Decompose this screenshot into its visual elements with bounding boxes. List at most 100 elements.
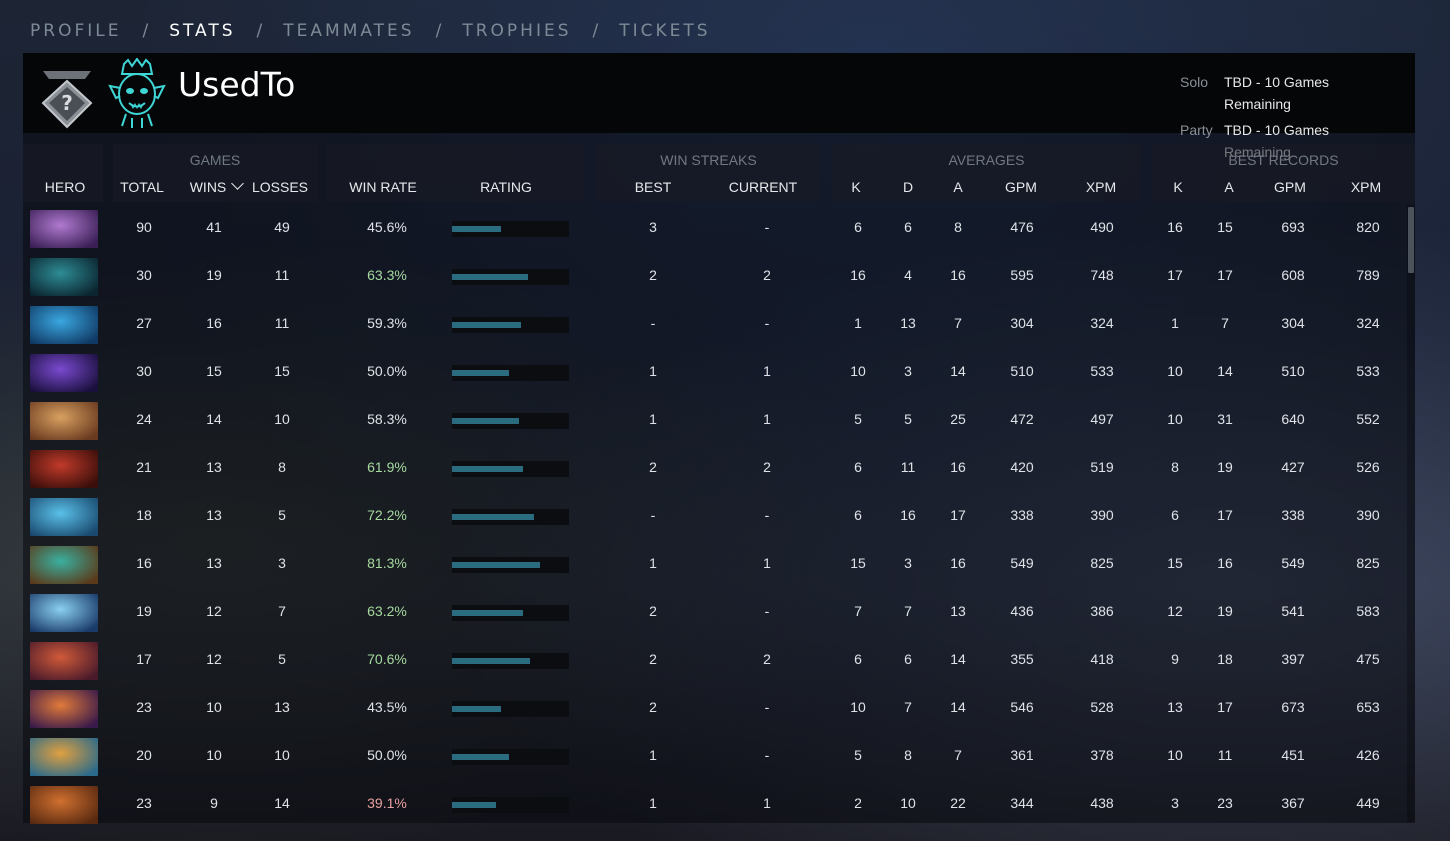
table-row[interactable]: 16 13 3 81.3% 1 1 15 3 16 549 825 15 16 549 825 bbox=[23, 541, 1407, 589]
table-row[interactable]: 30 15 15 50.0% 1 1 10 3 14 510 533 10 14 510 533 bbox=[23, 349, 1407, 397]
table-row[interactable]: 23 10 13 43.5% 2 - 10 7 14 546 528 13 17 673 653 bbox=[23, 685, 1407, 733]
rating-bar-fill bbox=[452, 418, 519, 424]
col-avg-kills[interactable]: K bbox=[841, 179, 871, 195]
hero-portrait[interactable] bbox=[30, 306, 98, 344]
hero-portrait[interactable] bbox=[30, 210, 98, 248]
col-wins[interactable]: WINS bbox=[181, 177, 251, 195]
tab-teammates[interactable]: TEAMMATES bbox=[283, 21, 414, 41]
col-avg-deaths[interactable]: D bbox=[893, 179, 923, 195]
col-streak-best[interactable]: BEST bbox=[613, 179, 693, 195]
avg-assists-cell: 8 bbox=[954, 219, 962, 235]
table-row[interactable]: 24 14 10 58.3% 1 1 5 5 25 472 497 10 31 640 552 bbox=[23, 397, 1407, 445]
group-averages: AVERAGES bbox=[948, 152, 1025, 168]
wins-cell: 9 bbox=[210, 795, 218, 811]
best-assists-cell: 19 bbox=[1217, 603, 1233, 619]
win-rate-cell: 81.3% bbox=[367, 555, 407, 571]
avg-assists-cell: 7 bbox=[954, 747, 962, 763]
avg-xpm-cell: 497 bbox=[1090, 411, 1114, 427]
best-assists-cell: 19 bbox=[1217, 459, 1233, 475]
avg-kills-cell: 15 bbox=[850, 555, 866, 571]
col-streak-current[interactable]: CURRENT bbox=[713, 179, 813, 195]
uncalibrated-rank-icon[interactable]: ? bbox=[40, 69, 94, 129]
tab-tickets[interactable]: TICKETS bbox=[619, 21, 710, 41]
hero-portrait[interactable] bbox=[30, 642, 98, 680]
col-rating[interactable]: RATING bbox=[456, 179, 556, 195]
table-row[interactable]: 90 41 49 45.6% 3 - 6 6 8 476 490 16 15 693 820 bbox=[23, 205, 1407, 253]
best-gpm-cell: 549 bbox=[1281, 555, 1305, 571]
hero-portrait[interactable] bbox=[30, 786, 98, 824]
avg-deaths-cell: 5 bbox=[904, 411, 912, 427]
col-avg-gpm[interactable]: GPM bbox=[996, 179, 1046, 195]
col-losses[interactable]: LOSSES bbox=[251, 179, 309, 195]
col-total[interactable]: TOTAL bbox=[113, 179, 171, 195]
col-avg-assists[interactable]: A bbox=[943, 179, 973, 195]
total-cell: 27 bbox=[136, 315, 152, 331]
best-xpm-cell: 449 bbox=[1356, 795, 1380, 811]
col-avg-xpm[interactable]: XPM bbox=[1076, 179, 1126, 195]
avg-kills-cell: 2 bbox=[854, 795, 862, 811]
table-row[interactable]: 20 10 10 50.0% 1 - 5 8 7 361 378 10 11 451 426 bbox=[23, 733, 1407, 781]
avg-deaths-cell: 4 bbox=[904, 267, 912, 283]
avg-xpm-cell: 528 bbox=[1090, 699, 1114, 715]
losses-cell: 11 bbox=[274, 315, 290, 331]
avg-gpm-cell: 420 bbox=[1010, 459, 1034, 475]
rating-bar-fill bbox=[452, 562, 540, 568]
total-cell: 23 bbox=[136, 699, 152, 715]
tab-profile[interactable]: PROFILE bbox=[30, 21, 121, 41]
avg-kills-cell: 1 bbox=[854, 315, 862, 331]
hero-portrait[interactable] bbox=[30, 258, 98, 296]
streak-current-cell: 1 bbox=[763, 795, 771, 811]
hero-portrait[interactable] bbox=[30, 738, 98, 776]
avg-assists-cell: 14 bbox=[950, 651, 966, 667]
table-row[interactable]: 17 12 5 70.6% 2 2 6 6 14 355 418 9 18 397 475 bbox=[23, 637, 1407, 685]
table-row[interactable]: 21 13 8 61.9% 2 2 6 11 16 420 519 8 19 427 526 bbox=[23, 445, 1407, 493]
wins-cell: 19 bbox=[206, 267, 222, 283]
avg-gpm-cell: 338 bbox=[1010, 507, 1034, 523]
streak-best-cell: 1 bbox=[649, 795, 657, 811]
hero-portrait[interactable] bbox=[30, 594, 98, 632]
hero-portrait[interactable] bbox=[30, 354, 98, 392]
streak-current-cell: 1 bbox=[763, 363, 771, 379]
col-best-kills[interactable]: K bbox=[1163, 179, 1193, 195]
table-row[interactable]: 18 13 5 72.2% - - 6 16 17 338 390 6 17 338 390 bbox=[23, 493, 1407, 541]
tab-stats[interactable]: STATS bbox=[169, 21, 235, 41]
hero-portrait[interactable] bbox=[30, 546, 98, 584]
tribal-mask-avatar-icon[interactable] bbox=[106, 58, 168, 130]
group-best-records: BEST RECORDS bbox=[1228, 152, 1339, 168]
wins-cell: 14 bbox=[206, 411, 222, 427]
rating-bar-fill bbox=[452, 706, 501, 712]
mmr-solo-label: Solo bbox=[1180, 74, 1209, 90]
table-row[interactable]: 30 19 11 63.3% 2 2 16 4 16 595 748 17 17 608 789 bbox=[23, 253, 1407, 301]
best-gpm-cell: 367 bbox=[1281, 795, 1305, 811]
table-row[interactable]: 27 16 11 59.3% - - 1 13 7 304 324 1 7 304 324 bbox=[23, 301, 1407, 349]
avg-assists-cell: 16 bbox=[950, 267, 966, 283]
table-row[interactable]: 23 9 14 39.1% 1 1 2 10 22 344 438 3 23 367 449 bbox=[23, 781, 1407, 829]
best-kills-cell: 17 bbox=[1167, 267, 1183, 283]
streak-current-cell: - bbox=[764, 507, 770, 523]
best-assists-cell: 31 bbox=[1217, 411, 1233, 427]
col-best-gpm[interactable]: GPM bbox=[1265, 179, 1315, 195]
hero-portrait[interactable] bbox=[30, 402, 98, 440]
best-gpm-cell: 510 bbox=[1281, 363, 1305, 379]
table-row[interactable]: 19 12 7 63.2% 2 - 7 7 13 436 386 12 19 541 583 bbox=[23, 589, 1407, 637]
table-scrollbar[interactable] bbox=[1407, 205, 1415, 822]
avg-gpm-cell: 510 bbox=[1010, 363, 1034, 379]
avg-assists-cell: 22 bbox=[950, 795, 966, 811]
losses-cell: 10 bbox=[274, 411, 290, 427]
col-win-rate[interactable]: WIN RATE bbox=[333, 179, 433, 195]
col-best-assists[interactable]: A bbox=[1214, 179, 1244, 195]
hero-portrait[interactable] bbox=[30, 690, 98, 728]
hero-portrait[interactable] bbox=[30, 498, 98, 536]
best-kills-cell: 1 bbox=[1171, 315, 1179, 331]
avg-deaths-cell: 11 bbox=[900, 459, 916, 475]
best-assists-cell: 17 bbox=[1217, 267, 1233, 283]
scroll-thumb[interactable] bbox=[1408, 207, 1414, 273]
col-hero[interactable]: HERO bbox=[25, 179, 105, 195]
best-gpm-cell: 693 bbox=[1281, 219, 1305, 235]
tab-trophies[interactable]: TROPHIES bbox=[462, 21, 571, 41]
col-best-xpm[interactable]: XPM bbox=[1341, 179, 1391, 195]
rating-bar bbox=[452, 269, 569, 285]
hero-portrait[interactable] bbox=[30, 450, 98, 488]
best-xpm-cell: 390 bbox=[1356, 507, 1380, 523]
streak-current-cell: 1 bbox=[763, 555, 771, 571]
